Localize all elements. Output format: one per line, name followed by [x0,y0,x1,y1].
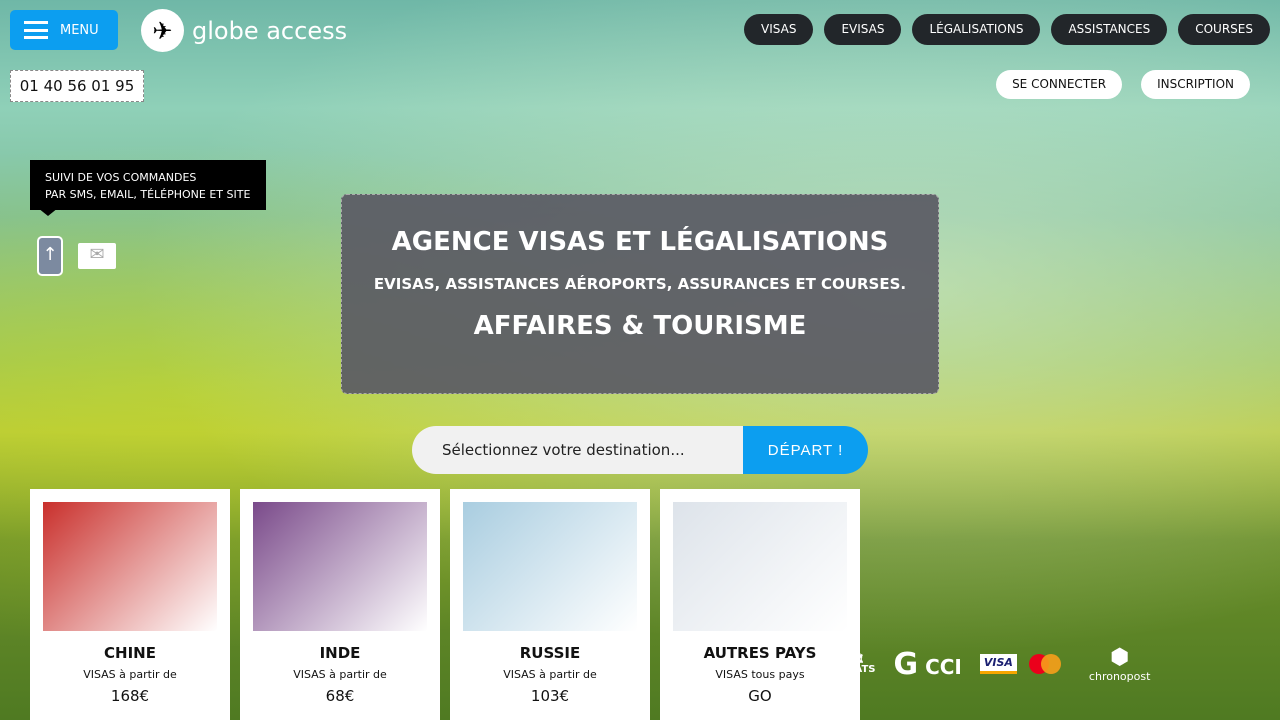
logo-text: globe access [192,16,348,45]
card-title: CHINE [104,644,156,662]
card-image [673,502,847,631]
tooltip-line: PAR SMS, EMAIL, TÉLÉPHONE ET SITE [45,188,251,201]
nav-evisas[interactable]: EVISAS [824,14,902,45]
hamburger-icon [24,21,48,39]
cci-logo: G CCI [893,646,962,682]
destination-card[interactable]: AUTRES PAYS VISAS tous pays GO [660,489,860,720]
card-title: RUSSIE [519,644,581,662]
nav-assistances[interactable]: ASSISTANCES [1051,14,1168,45]
mastercard-logo [1028,654,1061,674]
menu-button[interactable]: MENU [10,10,118,50]
phone-number[interactable]: 01 40 56 01 95 [10,70,144,102]
destination-search: DÉPART ! [412,426,868,474]
card-price: GO [748,687,772,705]
card-subtitle: VISAS tous pays [715,668,805,681]
card-title: INDE [319,644,361,662]
main-nav: VISAS EVISAS LÉGALISATIONS ASSISTANCES C… [744,14,1270,45]
destination-card[interactable]: RUSSIE VISAS à partir de 103€ [450,489,650,720]
destination-cards: CHINE VISAS à partir de 168€ INDE VISAS … [30,489,860,720]
destination-input[interactable] [412,426,743,474]
nav-legalisations[interactable]: LÉGALISATIONS [912,14,1041,45]
chronopost-logo: ⬢ chronopost [1088,645,1151,683]
card-image [463,502,637,631]
signup-button[interactable]: INSCRIPTION [1141,70,1250,99]
card-price: 68€ [325,687,355,705]
card-image [253,502,427,631]
partner-logos: 🏛 ULATS G CCI VISA ⬢ chronopost [840,645,1150,683]
consulats-logo: 🏛 ULATS [840,653,876,675]
card-subtitle: VISAS à partir de [503,668,597,681]
hero-title: AGENCE VISAS ET LÉGALISATIONS [391,227,889,257]
card-price: 168€ [110,687,150,705]
card-price: 103€ [530,687,570,705]
hero-subtitle: EVISAS, ASSISTANCES AÉROPORTS, ASSURANCE… [373,275,907,293]
airplane-icon: ✈ [141,9,184,52]
card-image [43,502,217,631]
login-button[interactable]: SE CONNECTER [996,70,1123,99]
card-subtitle: VISAS à partir de [83,668,177,681]
depart-button[interactable]: DÉPART ! [743,426,868,474]
visa-logo: VISA [979,654,1017,674]
destination-card[interactable]: CHINE VISAS à partir de 168€ [30,489,230,720]
card-title: AUTRES PAYS [703,644,817,662]
tracking-tooltip: SUIVI DE VOS COMMANDES PAR SMS, EMAIL, T… [30,160,266,216]
nav-visas[interactable]: VISAS [744,14,814,45]
menu-label: MENU [60,22,99,38]
card-subtitle: VISAS à partir de [293,668,387,681]
destination-card[interactable]: INDE VISAS à partir de 68€ [240,489,440,720]
mobile-icon: ↑ [37,236,63,276]
mail-icon: ✉ [78,243,116,269]
hero-box: AGENCE VISAS ET LÉGALISATIONS EVISAS, AS… [341,194,939,394]
nav-courses[interactable]: COURSES [1178,14,1270,45]
logo[interactable]: ✈ globe access [141,9,347,52]
tooltip-line: SUIVI DE VOS COMMANDES [45,171,197,184]
hero-tagline: AFFAIRES & TOURISME [473,311,807,341]
